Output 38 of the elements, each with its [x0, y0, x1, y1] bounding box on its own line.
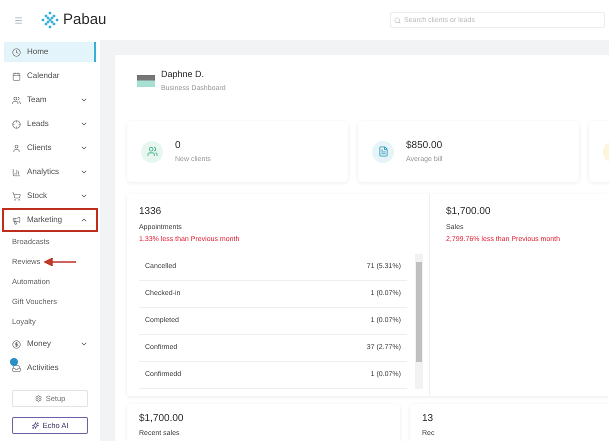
- document-icon: [372, 140, 394, 162]
- sidebar-item[interactable]: Home: [4, 42, 96, 62]
- sparkle-icon: [32, 422, 39, 429]
- sidebar-item[interactable]: Stock: [4, 186, 96, 206]
- user-icon: [12, 144, 21, 152]
- logo-icon: [41, 11, 59, 29]
- company-logo: [137, 75, 155, 87]
- crosshair-icon: [12, 120, 21, 128]
- sidebar-item[interactable]: Marketing: [4, 210, 96, 230]
- people-icon: [141, 140, 163, 162]
- cart-icon: [12, 192, 21, 200]
- appointments-value: 1336: [139, 206, 162, 218]
- megaphone-icon: [12, 216, 21, 224]
- stat-value: 13: [422, 413, 434, 425]
- sidebar-item[interactable]: Calendar: [4, 66, 96, 86]
- chart-icon: [12, 168, 21, 176]
- menu-icon[interactable]: [14, 16, 23, 24]
- arrow-icon: [44, 258, 76, 266]
- settings-icon: [34, 395, 42, 402]
- sidebar-item[interactable]: Leads: [4, 114, 96, 134]
- sidebar-item[interactable]: Money: [4, 334, 96, 354]
- search-icon: [394, 16, 401, 24]
- clock-icon: [12, 48, 21, 56]
- coin-icon: [12, 340, 21, 348]
- stat-value: $850.00: [406, 138, 442, 153]
- sidebar-item[interactable]: Analytics: [4, 162, 96, 182]
- scrollbar[interactable]: [415, 254, 423, 389]
- calendar-icon: [12, 72, 21, 80]
- inbox-icon: [12, 364, 21, 372]
- sidebar-item[interactable]: Activities: [4, 358, 96, 378]
- stat-value: $1,700.00: [139, 413, 184, 425]
- people-icon: [12, 96, 21, 104]
- profile-name: Daphne D.: [161, 68, 206, 81]
- sales-value: $1,700.00: [446, 206, 492, 218]
- sidebar-item[interactable]: Team: [4, 90, 96, 110]
- brand-name: Pabau: [63, 10, 106, 30]
- sidebar-item[interactable]: Clients: [4, 138, 96, 158]
- stat-value: 0: [175, 138, 182, 153]
